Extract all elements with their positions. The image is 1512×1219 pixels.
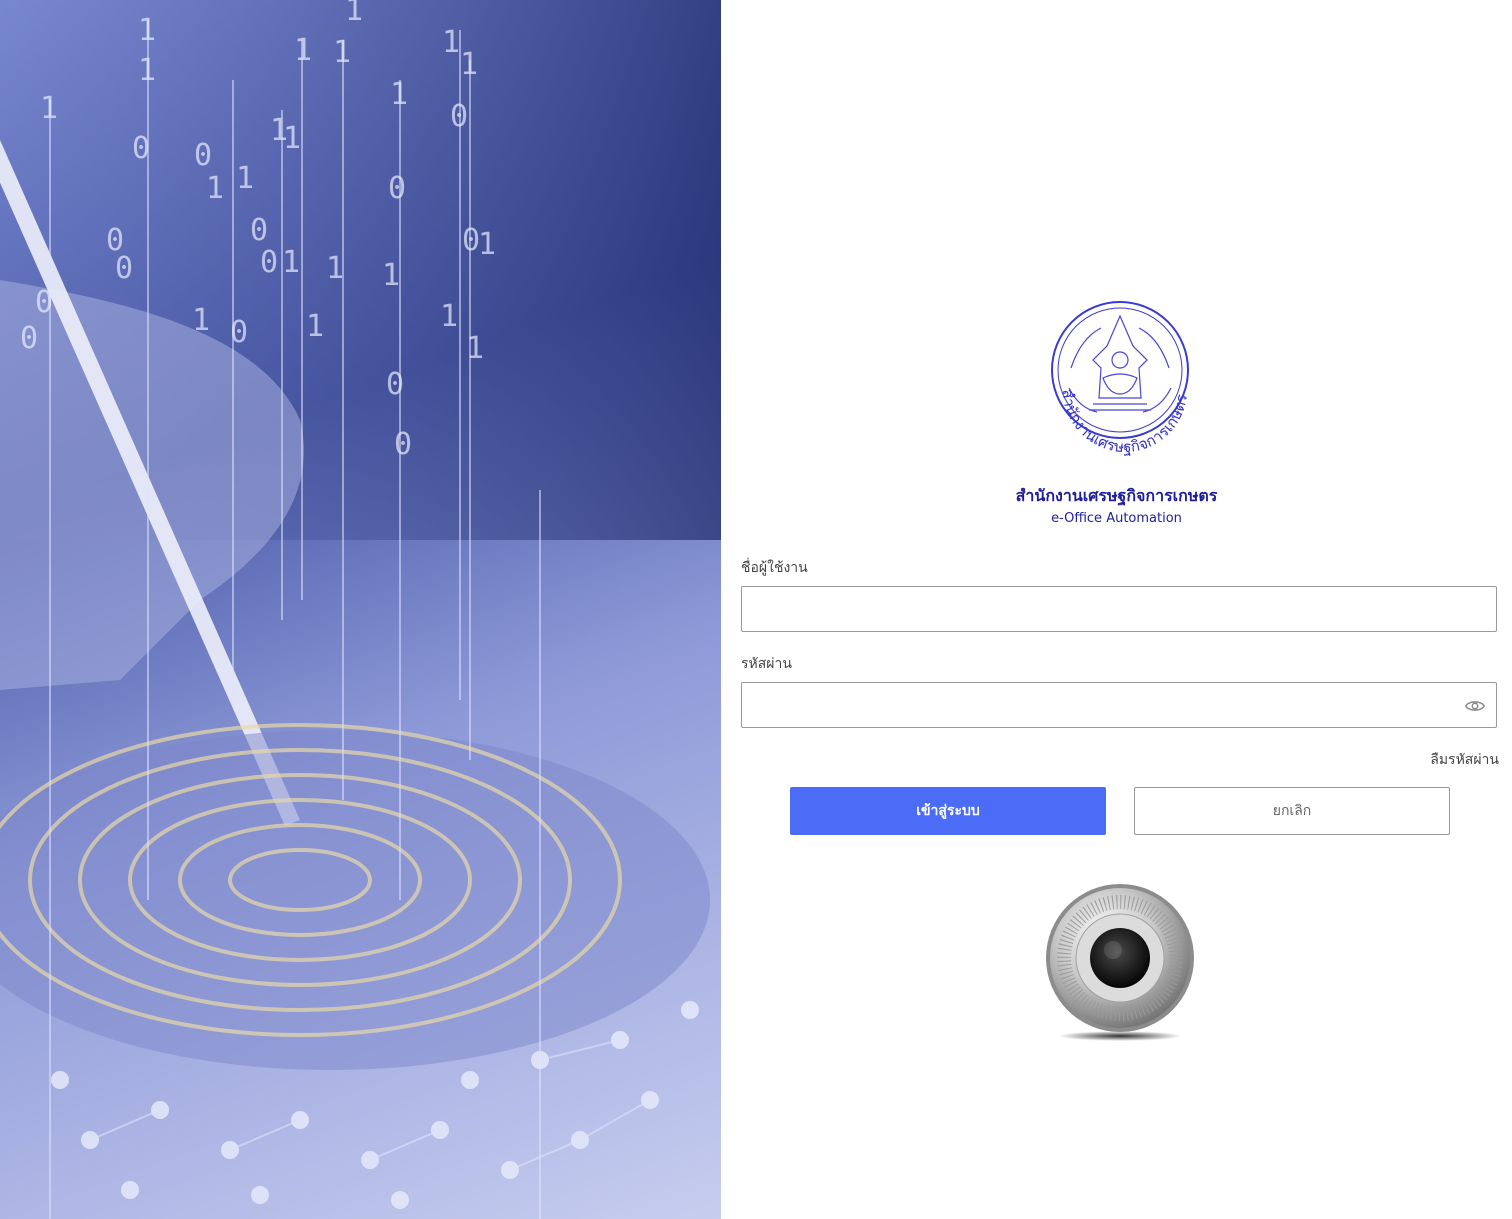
svg-text:1: 1: [442, 25, 460, 60]
svg-text:1: 1: [466, 331, 484, 366]
svg-text:0: 0: [132, 131, 150, 166]
svg-text:0: 0: [20, 321, 38, 356]
svg-text:1: 1: [294, 33, 312, 68]
svg-text:1: 1: [236, 161, 254, 196]
svg-text:1: 1: [283, 121, 301, 156]
username-label: ชื่อผู้ใช้งาน: [741, 560, 808, 576]
hero-image: 111 001 111 110 011 001 110 100 001 011 …: [0, 0, 721, 1219]
svg-text:0: 0: [260, 245, 278, 280]
username-input[interactable]: [741, 586, 1497, 632]
app-subtitle: e-Office Automation: [1051, 511, 1182, 526]
password-label: รหัสผ่าน: [741, 656, 792, 672]
svg-text:1: 1: [390, 77, 408, 112]
svg-text:0: 0: [35, 285, 53, 320]
svg-text:1: 1: [40, 91, 58, 126]
svg-text:1: 1: [460, 47, 478, 82]
organization-name: สำนักงานเศรษฐกิจการเกษตร: [1015, 486, 1218, 505]
svg-text:0: 0: [386, 367, 404, 402]
organization-seal-logo: สำนักงานเศรษฐกิจการเกษตร: [1051, 301, 1191, 456]
password-input[interactable]: [741, 682, 1497, 728]
login-panel: สำนักงานเศรษฐกิจการเกษตร สำนักงานเศรษฐกิ…: [721, 0, 1512, 1219]
svg-text:1: 1: [138, 13, 156, 48]
cancel-button[interactable]: ยกเลิก: [1134, 787, 1450, 835]
svg-text:0: 0: [394, 427, 412, 462]
svg-text:1: 1: [206, 171, 224, 206]
svg-text:0: 0: [230, 315, 248, 350]
svg-text:1: 1: [306, 309, 324, 344]
svg-text:1: 1: [326, 251, 344, 286]
svg-text:0: 0: [115, 251, 133, 286]
svg-text:1: 1: [192, 303, 210, 338]
svg-text:1: 1: [138, 53, 156, 88]
svg-text:0: 0: [250, 213, 268, 248]
svg-text:0: 0: [388, 171, 406, 206]
svg-text:0: 0: [194, 138, 212, 173]
svg-text:1: 1: [282, 245, 300, 280]
svg-text:1: 1: [345, 0, 363, 28]
eye-icon[interactable]: [1464, 695, 1486, 717]
svg-text:1: 1: [478, 227, 496, 262]
svg-text:1: 1: [440, 299, 458, 334]
login-button[interactable]: เข้าสู่ระบบ: [790, 787, 1106, 835]
safe-dial-icon: [1046, 884, 1194, 1041]
fingerprint-circuit-illustration: 111 0 01 111 110 011 00 1 1 10 100 001 011 …: [0, 0, 721, 1219]
svg-text:1: 1: [333, 35, 351, 70]
forgot-password-link[interactable]: ลืมรหัสผ่าน: [1430, 749, 1499, 771]
svg-text:1: 1: [382, 258, 400, 293]
svg-text:0: 0: [450, 99, 468, 134]
